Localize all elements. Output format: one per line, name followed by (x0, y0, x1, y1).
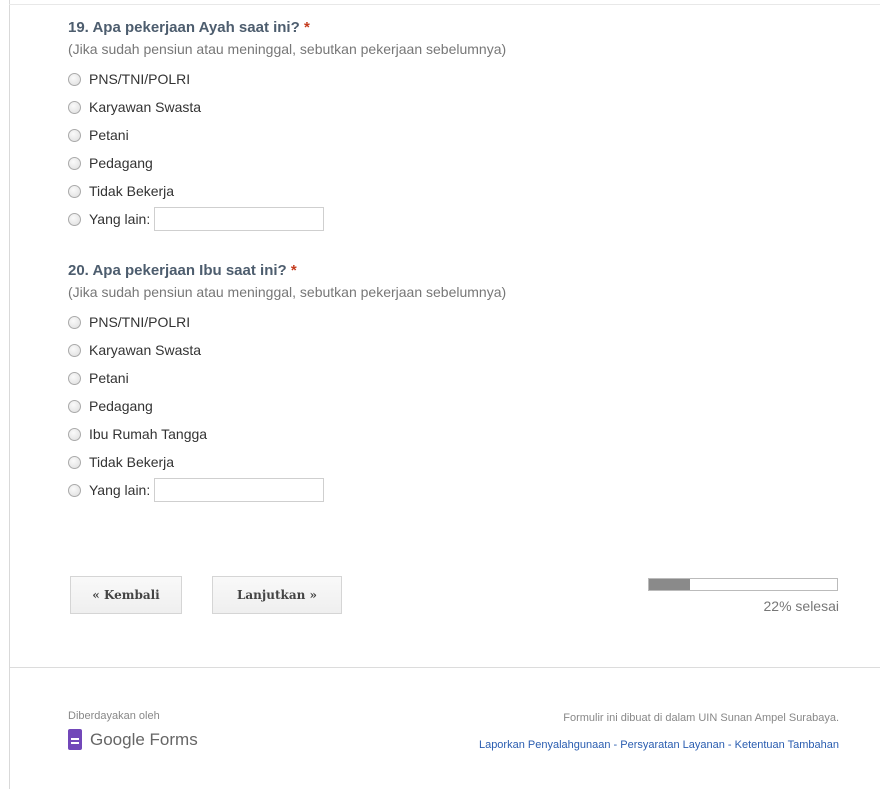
radio-option[interactable]: Pedagang (68, 392, 858, 420)
option-label: Yang lain: (89, 482, 151, 498)
option-label: Pedagang (89, 398, 153, 414)
terms-of-service-link[interactable]: Persyaratan Layanan (620, 739, 725, 751)
radio-option[interactable]: Pedagang (68, 149, 858, 177)
radio-option[interactable]: Petani (68, 364, 858, 392)
top-border (9, 0, 880, 5)
radio-button[interactable] (68, 315, 81, 329)
required-mark: * (303, 19, 310, 36)
radio-button[interactable] (68, 128, 81, 142)
powered-by-label: Diberdayakan oleh (68, 710, 160, 722)
radio-button[interactable] (68, 212, 81, 226)
radio-button[interactable] (68, 184, 81, 198)
option-label: Yang lain: (89, 211, 151, 227)
option-label: Tidak Bekerja (89, 183, 175, 199)
question-19-options: PNS/TNI/POLRI Karyawan Swasta Petani Ped… (68, 65, 858, 233)
report-abuse-link[interactable]: Laporkan Penyalahgunaan (479, 739, 611, 751)
radio-option[interactable]: PNS/TNI/POLRI (68, 308, 858, 336)
option-label: Tidak Bekerja (89, 454, 175, 470)
radio-option[interactable]: Petani (68, 121, 858, 149)
radio-option-other[interactable]: Yang lain: (68, 205, 858, 233)
option-label: Pedagang (89, 155, 153, 171)
brand-name: Google Forms (90, 729, 198, 749)
question-19-title: 19. Apa pekerjaan Ayah saat ini? * (68, 18, 858, 38)
question-19-help: (Jika sudah pensiun atau meninggal, sebu… (68, 41, 507, 57)
radio-option[interactable]: PNS/TNI/POLRI (68, 65, 858, 93)
left-border (0, 0, 10, 789)
radio-option-other[interactable]: Yang lain: (68, 476, 858, 504)
option-label: Ibu Rumah Tangga (89, 426, 208, 442)
other-text-input[interactable] (154, 478, 325, 502)
radio-option[interactable]: Tidak Bekerja (68, 448, 858, 476)
google-forms-logo[interactable]: Google Forms (68, 729, 198, 750)
radio-button[interactable] (68, 100, 81, 114)
radio-button[interactable] (68, 156, 81, 170)
option-label: Petani (89, 127, 129, 143)
radio-option[interactable]: Karyawan Swasta (68, 336, 858, 364)
question-20: 20. Apa pekerjaan Ibu saat ini? * (Jika … (68, 261, 858, 504)
question-20-help: (Jika sudah pensiun atau meninggal, sebu… (68, 284, 507, 300)
radio-option[interactable]: Ibu Rumah Tangga (68, 420, 858, 448)
link-separator: - (610, 739, 621, 751)
footer-links: Laporkan Penyalahgunaan - Persyaratan La… (479, 739, 839, 751)
progress-label: 22% selesai (763, 598, 840, 614)
question-19: 19. Apa pekerjaan Ayah saat ini? * (Jika… (68, 18, 858, 233)
option-label: Petani (89, 370, 129, 386)
radio-button[interactable] (68, 343, 81, 357)
next-button[interactable]: Lanjutkan » (212, 576, 342, 614)
form-created-note: Formulir ini dibuat di dalam UIN Sunan A… (563, 712, 839, 724)
radio-button[interactable] (68, 72, 81, 86)
option-label: PNS/TNI/POLRI (89, 71, 191, 87)
radio-button[interactable] (68, 483, 81, 497)
question-20-options: PNS/TNI/POLRI Karyawan Swasta Petani Ped… (68, 308, 858, 504)
radio-button[interactable] (68, 427, 81, 441)
navigation-buttons: « Kembali Lanjutkan » (70, 576, 342, 614)
option-label: PNS/TNI/POLRI (89, 314, 191, 330)
footer-divider (10, 667, 880, 668)
progress-bar (648, 578, 838, 591)
question-19-title-text: 19. Apa pekerjaan Ayah saat ini? (68, 19, 300, 36)
link-separator: - (724, 739, 735, 751)
required-mark: * (290, 262, 297, 279)
option-label: Karyawan Swasta (89, 342, 202, 358)
radio-button[interactable] (68, 371, 81, 385)
radio-button[interactable] (68, 399, 81, 413)
question-20-title-text: 20. Apa pekerjaan Ibu saat ini? (68, 262, 287, 279)
question-20-title: 20. Apa pekerjaan Ibu saat ini? * (68, 261, 858, 281)
google-forms-icon (68, 729, 82, 750)
form-content: 19. Apa pekerjaan Ayah saat ini? * (Jika… (68, 18, 858, 504)
progress-bar-fill (649, 579, 691, 590)
additional-terms-link[interactable]: Ketentuan Tambahan (735, 739, 839, 751)
radio-option[interactable]: Tidak Bekerja (68, 177, 858, 205)
radio-button[interactable] (68, 455, 81, 469)
other-text-input[interactable] (154, 207, 325, 231)
option-label: Karyawan Swasta (89, 99, 202, 115)
back-button[interactable]: « Kembali (70, 576, 182, 614)
radio-option[interactable]: Karyawan Swasta (68, 93, 858, 121)
